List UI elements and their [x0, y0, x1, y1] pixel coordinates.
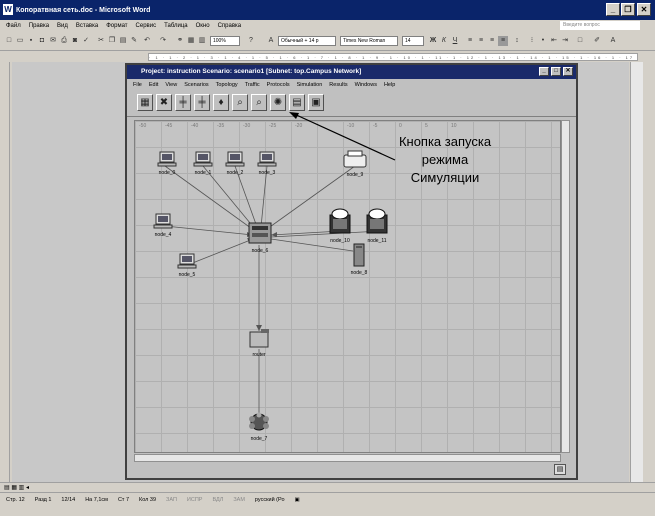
callout-line-3: Симуляции [410, 170, 480, 185]
callout-line-1: Кнопка запуска [398, 134, 492, 149]
annotation-callout: Кнопка запуска режима Симуляции [385, 133, 505, 187]
callout-arrow [289, 112, 396, 161]
callout-line-2: режима [421, 152, 469, 167]
